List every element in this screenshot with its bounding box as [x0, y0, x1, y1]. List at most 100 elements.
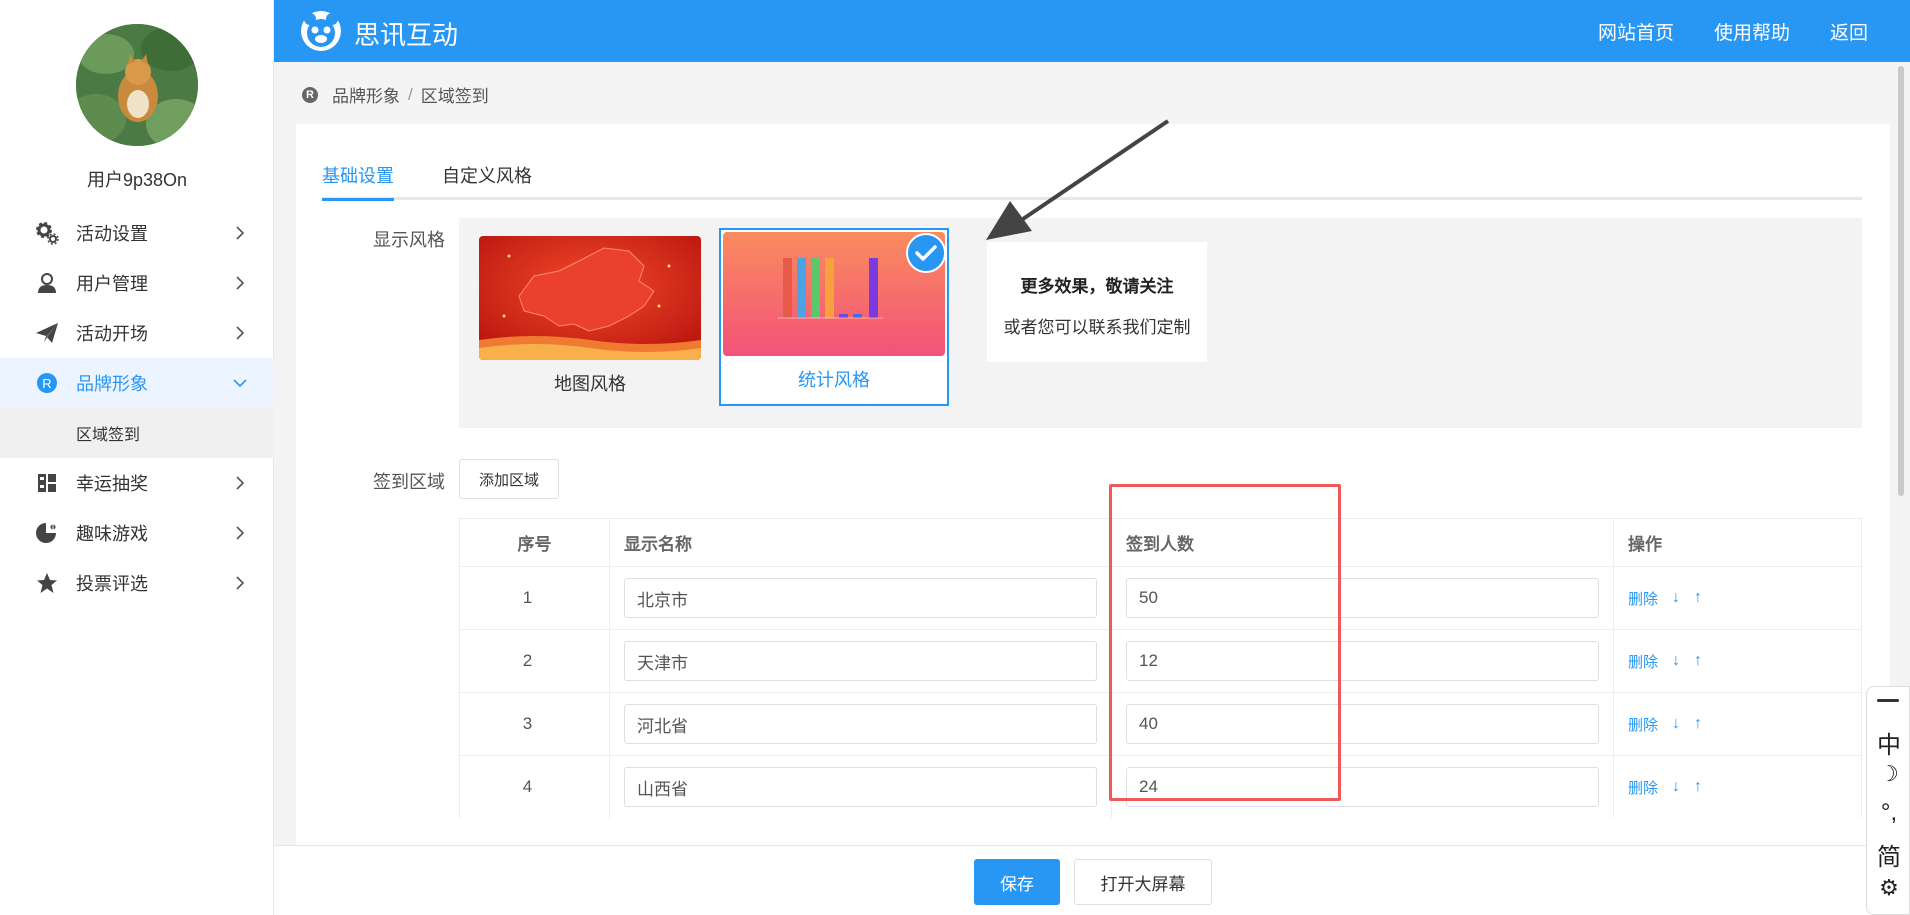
tab-custom-style[interactable]: 自定义风格 — [442, 162, 532, 198]
style-panel: 地图风格 统计风格 更多效果，敬请关注 或者您可以联系我们定制 — [459, 218, 1862, 428]
region-name-input[interactable] — [624, 704, 1097, 744]
table-row: 1 删除 ↓ ↑ — [459, 566, 1862, 630]
sidebar-item-label: 活动设置 — [76, 224, 148, 244]
open-big-screen-button[interactable]: 打开大屏幕 — [1074, 859, 1212, 905]
region-count-input[interactable] — [1126, 704, 1599, 744]
chevron-right-icon — [236, 326, 245, 340]
move-down-icon[interactable]: ↓ — [1672, 589, 1680, 607]
selected-check-icon — [906, 233, 945, 273]
table-row: 3 删除 ↓ ↑ — [459, 692, 1862, 756]
sidebar-subitem-region-checkin[interactable]: 区域签到 — [0, 408, 274, 458]
lottery-icon — [34, 470, 60, 496]
nav-home-link[interactable]: 网站首页 — [1598, 18, 1674, 45]
top-nav: 网站首页 使用帮助 返回 — [1598, 0, 1910, 62]
username: 用户9p38On — [86, 170, 188, 190]
registered-icon: R — [34, 370, 60, 396]
svg-text:R: R — [42, 376, 51, 391]
save-button[interactable]: 保存 — [974, 859, 1060, 905]
chevron-right-icon — [236, 276, 245, 290]
sidebar-item-activity-opening[interactable]: 活动开场 — [0, 308, 274, 358]
sidebar-item-fun-games[interactable]: 趣味游戏 — [0, 508, 274, 558]
move-down-icon[interactable]: ↓ — [1672, 715, 1680, 733]
delete-link[interactable]: 删除 — [1628, 714, 1658, 735]
map-style-caption: 地图风格 — [554, 374, 626, 394]
sidebar-item-label: 用户管理 — [76, 274, 148, 294]
ime-settings-icon[interactable]: ⚙ — [1867, 875, 1910, 901]
sidebar-item-activity-settings[interactable]: 活动设置 — [0, 208, 274, 258]
chevron-down-icon — [233, 379, 247, 388]
avatar[interactable] — [76, 24, 198, 146]
annotation-arrow-icon — [986, 119, 1170, 240]
row-index: 4 — [459, 755, 610, 818]
avatar-image — [76, 24, 198, 146]
logo-icon — [301, 11, 341, 51]
sidebar-item-label: 趣味游戏 — [76, 524, 148, 544]
user-icon — [34, 270, 60, 296]
sidebar-item-voting[interactable]: 投票评选 — [0, 558, 274, 608]
game-icon — [34, 520, 60, 546]
star-icon — [34, 570, 60, 596]
chevron-right-icon — [236, 476, 245, 490]
ime-moon-icon[interactable]: ☽ — [1867, 761, 1910, 787]
more-effects-box: 更多效果，敬请关注 或者您可以联系我们定制 — [987, 242, 1207, 362]
tab-basic-settings[interactable]: 基础设置 — [322, 162, 394, 201]
move-up-icon[interactable]: ↑ — [1694, 778, 1702, 796]
delete-link[interactable]: 删除 — [1628, 651, 1658, 672]
row-index: 1 — [459, 566, 610, 630]
col-display-name: 显示名称 — [609, 518, 1112, 567]
breadcrumb-current: 区域签到 — [420, 87, 489, 106]
move-up-icon[interactable]: ↑ — [1694, 589, 1702, 607]
sidebar-item-label: 幸运抽奖 — [76, 474, 148, 494]
sidebar-item-user-management[interactable]: 用户管理 — [0, 258, 274, 308]
chevron-right-icon — [236, 576, 245, 590]
more-effects-title: 更多效果，敬请关注 — [1020, 277, 1174, 296]
map-style-thumbnail — [479, 236, 701, 360]
delete-link[interactable]: 删除 — [1628, 588, 1658, 609]
move-up-icon[interactable]: ↑ — [1694, 652, 1702, 670]
move-down-icon[interactable]: ↓ — [1672, 652, 1680, 670]
gears-icon — [34, 220, 60, 246]
table-row: 4 删除 ↓ ↑ — [459, 755, 1862, 818]
ime-punctuation-icon[interactable]: °, — [1867, 799, 1910, 827]
ime-simplified-mode[interactable]: 简 — [1867, 837, 1910, 872]
delete-link[interactable]: 删除 — [1628, 777, 1658, 798]
chevron-right-icon — [236, 526, 245, 540]
page-scrollbar[interactable] — [1898, 66, 1904, 496]
statistics-style-caption: 统计风格 — [798, 370, 870, 390]
ime-minimize-icon[interactable] — [1877, 699, 1899, 702]
nav-back-link[interactable]: 返回 — [1830, 18, 1868, 45]
top-header: 思讯互动 网站首页 使用帮助 返回 — [274, 0, 1910, 62]
region-name-input[interactable] — [624, 578, 1097, 618]
region-count-input[interactable] — [1126, 767, 1599, 807]
region-name-input[interactable] — [624, 767, 1097, 807]
nav-help-link[interactable]: 使用帮助 — [1714, 18, 1790, 45]
region-name-input[interactable] — [624, 641, 1097, 681]
move-up-icon[interactable]: ↑ — [1694, 715, 1702, 733]
footer-bar: 保存 打开大屏幕 — [274, 845, 1910, 915]
breadcrumb: R 品牌形象 / 区域签到 — [302, 82, 489, 107]
sidebar-item-brand-image[interactable]: R 品牌形象 — [0, 358, 274, 408]
move-down-icon[interactable]: ↓ — [1672, 778, 1680, 796]
more-effects-subtitle: 或者您可以联系我们定制 — [1003, 318, 1191, 337]
ime-chinese-mode[interactable]: 中 — [1867, 725, 1910, 760]
region-count-input[interactable] — [1126, 641, 1599, 681]
sidebar-item-label: 活动开场 — [76, 324, 148, 344]
sidebar-menu: 活动设置 用户管理 活动开场 R 品牌形象 区域签到 幸运抽奖 趣味游戏 投票评… — [0, 208, 274, 608]
breadcrumb-separator: / — [408, 84, 413, 104]
sidebar-item-lucky-draw[interactable]: 幸运抽奖 — [0, 458, 274, 508]
row-index: 3 — [459, 692, 610, 756]
statistics-style-thumbnail — [723, 232, 945, 356]
region-count-input[interactable] — [1126, 578, 1599, 618]
style-option-map[interactable]: 地图风格 — [479, 236, 701, 396]
style-label: 显示风格 — [373, 230, 445, 250]
region-table: 序号 显示名称 签到人数 操作 1 删除 ↓ ↑ 2 删除 ↓ ↑ — [459, 518, 1862, 818]
sidebar-item-label: 品牌形象 — [76, 374, 148, 394]
region-label: 签到区域 — [373, 472, 445, 492]
ime-toolbar: 中 ☽ °, 简 ⚙ — [1866, 686, 1910, 915]
style-option-statistics[interactable]: 统计风格 — [719, 228, 949, 406]
add-region-button[interactable]: 添加区域 — [459, 459, 559, 499]
sidebar: 用户9p38On 活动设置 用户管理 活动开场 R 品牌形象 区域签到 幸运抽奖… — [0, 0, 274, 915]
breadcrumb-item[interactable]: 品牌形象 — [332, 82, 400, 107]
row-index: 2 — [459, 629, 610, 693]
brand-name: 思讯互动 — [354, 20, 459, 50]
